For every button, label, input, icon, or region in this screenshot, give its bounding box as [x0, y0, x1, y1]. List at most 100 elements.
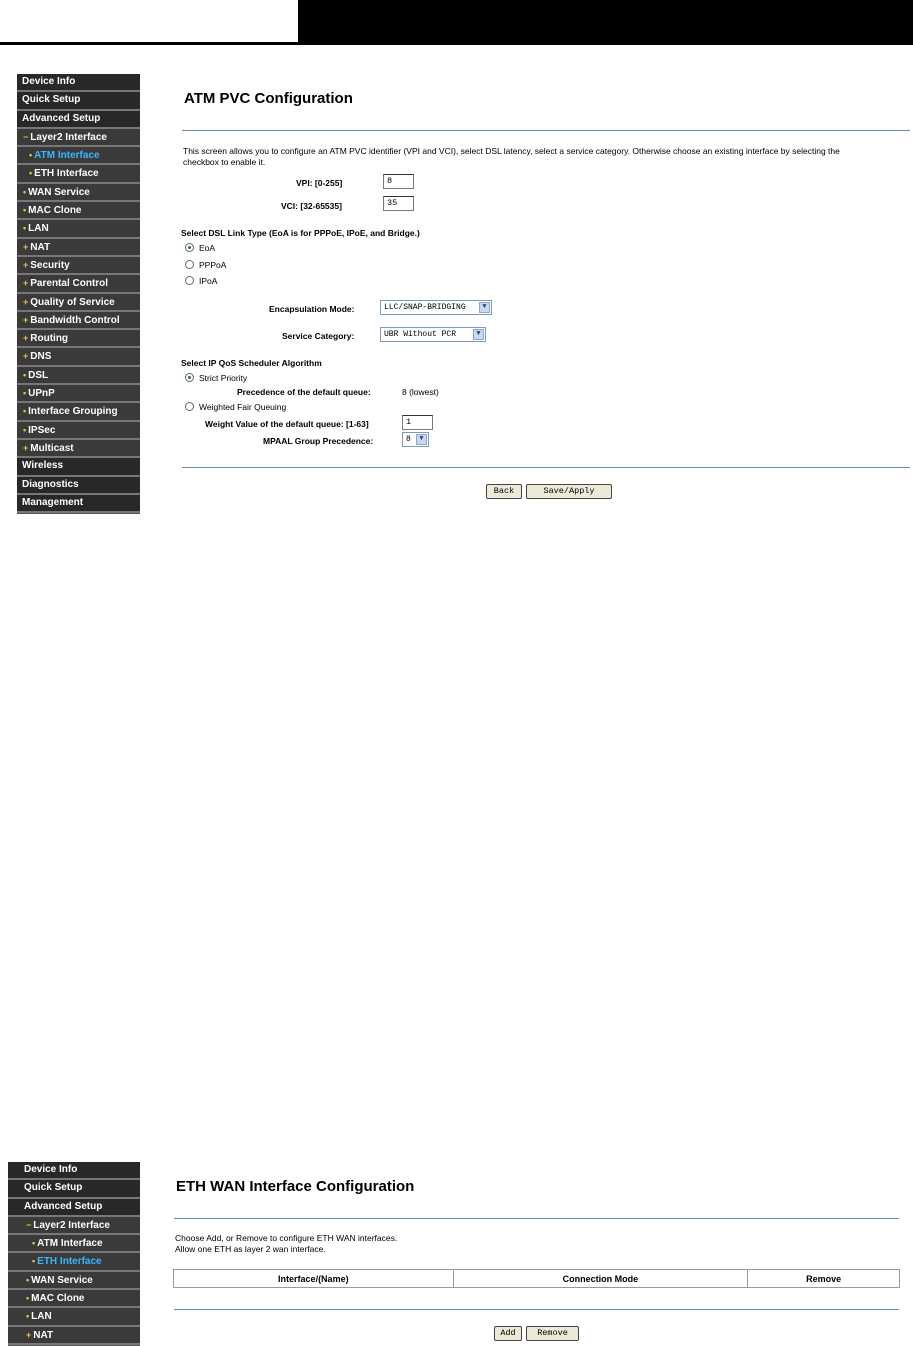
service-category-select[interactable]: UBR Without PCR ▼: [380, 327, 486, 342]
pppoa-radio[interactable]: [185, 260, 194, 269]
nav-upnp[interactable]: • UPnP: [17, 385, 140, 404]
nav-label: Layer2 Interface: [30, 131, 107, 143]
nav-wan-service[interactable]: • WAN Service: [8, 1271, 140, 1291]
service-category-value: UBR Without PCR: [384, 330, 457, 339]
nav-eth-interface[interactable]: • ETH Interface: [8, 1253, 140, 1272]
eth-content: ETH WAN Interface Configuration Choose A…: [140, 1162, 910, 1346]
remove-button[interactable]: Remove: [526, 1326, 579, 1341]
nav-lan[interactable]: • LAN: [8, 1308, 140, 1327]
nav-dsl[interactable]: • DSL: [17, 366, 140, 386]
bullet-icon: •: [23, 406, 27, 417]
nav-parental-control[interactable]: + Parental Control: [17, 275, 140, 294]
nav-security[interactable]: + Security: [17, 256, 140, 276]
bullet-icon: •: [29, 150, 33, 161]
nav-diagnostics[interactable]: Diagnostics: [17, 476, 140, 495]
nav-label: ATM Interface: [37, 1238, 103, 1250]
ipoa-radio[interactable]: [185, 276, 194, 285]
nav-label: NAT: [30, 241, 51, 253]
precedence-label: Precedence of the default queue:: [237, 387, 371, 397]
mpaal-label: MPAAL Group Precedence:: [263, 436, 374, 446]
nav-device-info[interactable]: Device Info: [8, 1162, 140, 1181]
atm-content: ATM PVC Configuration This screen allows…: [140, 74, 910, 514]
bullet-icon: •: [23, 424, 27, 435]
nav-quick-setup[interactable]: Quick Setup: [17, 92, 140, 111]
nav-nat[interactable]: + NAT: [17, 238, 140, 257]
nav-management[interactable]: Management: [17, 494, 140, 514]
bullet-icon: •: [23, 223, 27, 234]
eth-wan-screenshot: Device Info Quick Setup Advanced Setup −…: [8, 1162, 910, 1346]
nav-atm-interface[interactable]: • ATM Interface: [8, 1235, 140, 1254]
plus-icon: +: [23, 296, 29, 307]
plus-icon: +: [23, 278, 29, 289]
encapsulation-value: LLC/SNAP-BRIDGING: [384, 303, 466, 312]
nav-advanced-setup[interactable]: Advanced Setup: [8, 1198, 140, 1217]
nav-interface-grouping[interactable]: • Interface Grouping: [17, 403, 140, 422]
nav-quick-setup[interactable]: Quick Setup: [8, 1180, 140, 1199]
add-button[interactable]: Add: [494, 1326, 522, 1341]
nav-label: MAC Clone: [31, 1293, 85, 1305]
bullet-icon: •: [26, 1311, 30, 1322]
footer-rule: [182, 467, 910, 468]
nav-nat[interactable]: + NAT: [8, 1326, 140, 1345]
intro-text: Choose Add, or Remove to configure ETH W…: [175, 1233, 398, 1243]
nav-layer2-interface[interactable]: − Layer2 Interface: [17, 128, 140, 148]
back-button[interactable]: Back: [486, 484, 522, 499]
nav-label: Multicast: [30, 442, 74, 454]
nav-atm-interface[interactable]: • ATM Interface: [17, 147, 140, 166]
nav-dns[interactable]: + DNS: [17, 348, 140, 367]
nav-multicast[interactable]: + Multicast: [17, 439, 140, 459]
nav-ipsec[interactable]: • IPSec: [17, 421, 140, 440]
bullet-icon: •: [23, 388, 27, 399]
header-bar: [298, 0, 913, 42]
bullet-icon: •: [29, 168, 33, 179]
nav-mac-clone[interactable]: • MAC Clone: [17, 202, 140, 221]
nav-label: WAN Service: [28, 186, 90, 198]
nav-quality-of-service[interactable]: + Quality of Service: [17, 293, 140, 312]
nav-label: UPnP: [28, 388, 55, 400]
vci-label: VCI: [32-65535]: [281, 201, 342, 211]
nav-label: NAT: [33, 1329, 54, 1341]
bullet-icon: •: [23, 186, 27, 197]
nav-wan-service[interactable]: • WAN Service: [17, 183, 140, 203]
nav-label: Quality of Service: [30, 296, 115, 308]
intro-text-2: checkbox to enable it.: [183, 157, 266, 167]
nav-lan[interactable]: • LAN: [17, 220, 140, 239]
nav-eth-interface[interactable]: • ETH Interface: [17, 165, 140, 184]
nav-label: ETH Interface: [34, 168, 99, 180]
nav-label: WAN Service: [31, 1274, 93, 1286]
qos-algorithm-label: Select IP QoS Scheduler Algorithm: [181, 358, 322, 368]
header-rule: [0, 42, 913, 45]
vpi-input[interactable]: 8: [383, 174, 414, 189]
nav-label: DSL: [28, 369, 49, 381]
weight-input[interactable]: 1: [402, 415, 433, 430]
wfq-radio[interactable]: [185, 402, 194, 411]
intro-text: This screen allows you to configure an A…: [183, 146, 840, 156]
nav-label: Routing: [30, 333, 69, 345]
encapsulation-select[interactable]: LLC/SNAP-BRIDGING ▼: [380, 300, 492, 315]
eoa-radio[interactable]: [185, 243, 194, 252]
minus-icon: −: [23, 131, 29, 142]
save-apply-button[interactable]: Save/Apply: [526, 484, 612, 499]
nav-layer2-interface[interactable]: − Layer2 Interface: [8, 1216, 140, 1236]
nav-label: Interface Grouping: [28, 406, 118, 418]
bullet-icon: •: [26, 1293, 30, 1304]
nav-bandwidth-control[interactable]: + Bandwidth Control: [17, 311, 140, 331]
nav-device-info[interactable]: Device Info: [17, 74, 140, 93]
ipoa-label: IPoA: [199, 276, 218, 286]
nav-wireless[interactable]: Wireless: [17, 458, 140, 477]
nav-mac-clone[interactable]: • MAC Clone: [8, 1290, 140, 1309]
nav-advanced-setup[interactable]: Advanced Setup: [17, 110, 140, 129]
encapsulation-label: Encapsulation Mode:: [269, 304, 355, 314]
vci-input[interactable]: 35: [383, 196, 414, 211]
precedence-value: 8 (lowest): [402, 387, 439, 397]
atm-pvc-screenshot: Device Info Quick Setup Advanced Setup −…: [17, 74, 910, 514]
mpaal-select[interactable]: 8 ▼: [402, 432, 429, 447]
column-interface-name: Interface/(Name): [173, 1269, 454, 1288]
bullet-icon: •: [32, 1256, 36, 1267]
plus-icon: +: [23, 314, 29, 325]
nav-routing[interactable]: + Routing: [17, 330, 140, 349]
vpi-label: VPI: [0-255]: [296, 178, 343, 188]
bullet-icon: •: [23, 369, 27, 380]
strict-priority-radio[interactable]: [185, 373, 194, 382]
chevron-down-icon: ▼: [416, 434, 427, 445]
